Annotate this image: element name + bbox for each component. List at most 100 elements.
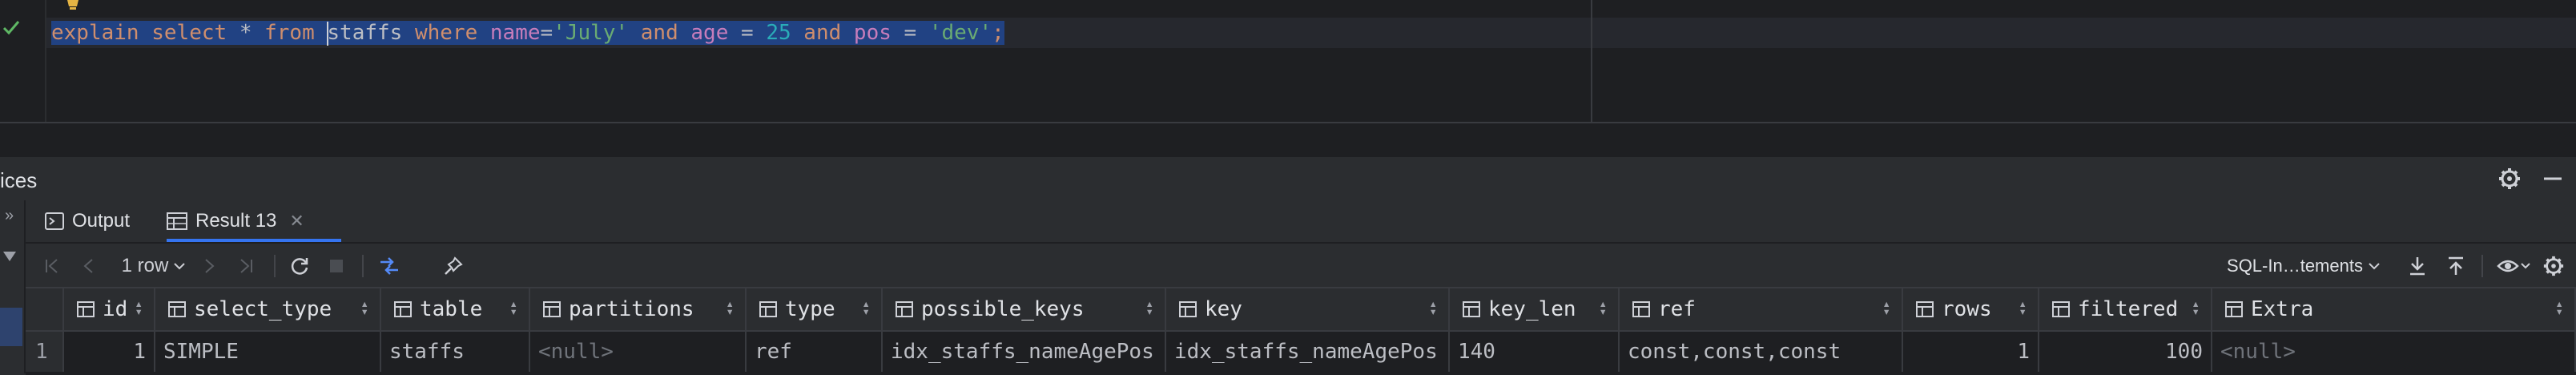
column-header-label: Extra — [2251, 297, 2314, 321]
download-icon[interactable] — [2405, 253, 2430, 279]
cell-extra[interactable]: <null> — [2212, 332, 2576, 372]
cell-possible-keys[interactable]: idx_staffs_nameAgePos — [883, 332, 1166, 372]
column-icon — [168, 301, 186, 317]
sql-token: 'dev' — [928, 21, 992, 45]
tab-output[interactable]: Output — [45, 200, 130, 242]
column-header-id[interactable]: id ▴ ▾ — [64, 288, 155, 330]
tab-result-label: Result 13 — [195, 210, 277, 232]
sql-statement[interactable]: explain select * from staffs where name=… — [51, 18, 1004, 48]
cell-type[interactable]: ref — [747, 332, 883, 372]
sort-arrows-icon[interactable]: ▴ ▾ — [862, 297, 870, 318]
tree-collapse-icon[interactable] — [3, 252, 16, 261]
sql-token: age — [690, 21, 742, 45]
table-row[interactable]: 1 1 SIMPLE staffs <null> ref idx_staffs_nameA… — [26, 332, 2576, 372]
column-header-label: table — [420, 297, 483, 321]
column-header-label: possible_keys — [921, 297, 1085, 321]
sort-arrows-icon[interactable]: ▴ ▾ — [1429, 297, 1437, 318]
sql-token: = — [904, 21, 929, 45]
prev-page-icon[interactable] — [77, 253, 101, 279]
compare-icon[interactable] — [375, 253, 404, 279]
sort-arrows-icon[interactable]: ▴ ▾ — [726, 297, 734, 318]
cell-table[interactable]: staffs — [381, 332, 530, 372]
column-header-label: type — [785, 297, 835, 321]
sort-arrows-icon[interactable]: ▴ ▾ — [509, 297, 517, 318]
column-icon — [1463, 301, 1480, 317]
sql-token: = — [540, 21, 553, 45]
lightbulb-icon[interactable] — [64, 0, 82, 11]
upload-icon[interactable] — [2443, 253, 2469, 279]
sort-arrows-icon[interactable]: ▴ ▾ — [360, 297, 368, 318]
column-header-rows[interactable]: rows ▴ ▾ — [1903, 288, 2039, 330]
services-panel-header: ices — [0, 155, 2576, 202]
selected-tree-node[interactable] — [0, 308, 22, 346]
gear-icon[interactable] — [2498, 167, 2522, 191]
grid-header: id ▴ ▾ select_type ▴ ▾ table ▴ ▾ partitions ▴ ▾ type… — [26, 288, 2576, 332]
expand-chevrons-icon[interactable]: » — [5, 207, 14, 225]
view-options-eye-icon[interactable] — [2493, 253, 2534, 279]
column-header-filtered[interactable]: filtered ▴ ▾ — [2039, 288, 2212, 330]
last-page-icon[interactable] — [234, 253, 258, 279]
close-icon[interactable]: ✕ — [289, 211, 304, 232]
column-icon — [2052, 301, 2070, 317]
column-icon — [896, 301, 913, 317]
pin-icon[interactable] — [441, 253, 466, 279]
column-header-ref[interactable]: ref ▴ ▾ — [1620, 288, 1903, 330]
column-header-label: id — [103, 297, 128, 321]
sql-token: and — [628, 21, 691, 45]
chevron-down-icon — [2521, 263, 2530, 269]
sql-editor[interactable]: explain select * from staffs where name=… — [0, 0, 2576, 122]
cell-key[interactable]: idx_staffs_nameAgePos — [1166, 332, 1450, 372]
services-title: ices — [0, 168, 38, 192]
chevron-down-icon — [174, 263, 186, 270]
tab-result-13[interactable]: Result 13 ✕ — [167, 200, 304, 242]
cell-select-type[interactable]: SIMPLE — [155, 332, 381, 372]
column-header-label: select_type — [194, 297, 332, 321]
sql-token: = — [741, 21, 767, 45]
cell-rows[interactable]: 1 — [1903, 332, 2039, 372]
sql-token: from — [264, 21, 328, 45]
minimize-icon[interactable] — [2541, 167, 2565, 191]
toolbar-separator — [362, 255, 364, 277]
column-icon — [1179, 301, 1197, 317]
sort-arrows-icon[interactable]: ▴ ▾ — [2019, 297, 2027, 318]
next-page-icon[interactable] — [197, 253, 221, 279]
column-icon — [1916, 301, 1934, 317]
column-header-extra[interactable]: Extra ▴ ▾ — [2212, 288, 2576, 330]
column-header-type[interactable]: type ▴ ▾ — [747, 288, 883, 330]
sql-token: 'July' — [553, 21, 629, 45]
sort-arrows-icon[interactable]: ▴ ▾ — [2555, 297, 2563, 318]
column-header-label: rows — [1942, 297, 1992, 321]
splitter[interactable] — [0, 122, 2576, 155]
sort-arrows-icon[interactable]: ▴ ▾ — [1599, 297, 1607, 318]
checkmark-icon — [2, 21, 20, 35]
column-header-table[interactable]: table ▴ ▾ — [381, 288, 530, 330]
column-header-key-len[interactable]: key_len ▴ ▾ — [1450, 288, 1620, 330]
column-header-key[interactable]: key ▴ ▾ — [1166, 288, 1450, 330]
refresh-icon[interactable] — [287, 253, 312, 279]
sql-token: * — [239, 21, 265, 45]
right-margin-guide — [1591, 0, 1592, 122]
cell-ref[interactable]: const,const,const — [1620, 332, 1903, 372]
column-header-partitions[interactable]: partitions ▴ ▾ — [530, 288, 747, 330]
settings-gear-icon[interactable] — [2541, 253, 2566, 279]
cell-id[interactable]: 1 — [64, 332, 155, 372]
sort-arrows-icon[interactable]: ▴ ▾ — [1145, 297, 1153, 318]
sort-arrows-icon[interactable]: ▴ ▾ — [135, 297, 143, 318]
stop-icon[interactable] — [324, 253, 349, 279]
column-icon — [2225, 301, 2243, 317]
cell-key-len[interactable]: 140 — [1450, 332, 1620, 372]
cell-filtered[interactable]: 100 — [2039, 332, 2212, 372]
sql-token: name — [489, 21, 541, 45]
editor-gutter — [0, 0, 46, 122]
row-count-selector[interactable]: 1 row — [115, 253, 192, 279]
sort-arrows-icon[interactable]: ▴ ▾ — [1882, 297, 1890, 318]
column-icon — [759, 301, 777, 317]
sort-arrows-icon[interactable]: ▴ ▾ — [2192, 297, 2200, 318]
statement-mode-dropdown[interactable]: SQL-In…tements — [2204, 253, 2403, 279]
column-header-select-type[interactable]: select_type ▴ ▾ — [155, 288, 381, 330]
column-header-possible-keys[interactable]: possible_keys ▴ ▾ — [883, 288, 1166, 330]
cell-partitions[interactable]: <null> — [530, 332, 747, 372]
result-grid: id ▴ ▾ select_type ▴ ▾ table ▴ ▾ partitions ▴ ▾ type… — [26, 287, 2576, 375]
result-toolbar: 1 row SQL-In…tements — [26, 242, 2576, 288]
first-page-icon[interactable] — [40, 253, 64, 279]
